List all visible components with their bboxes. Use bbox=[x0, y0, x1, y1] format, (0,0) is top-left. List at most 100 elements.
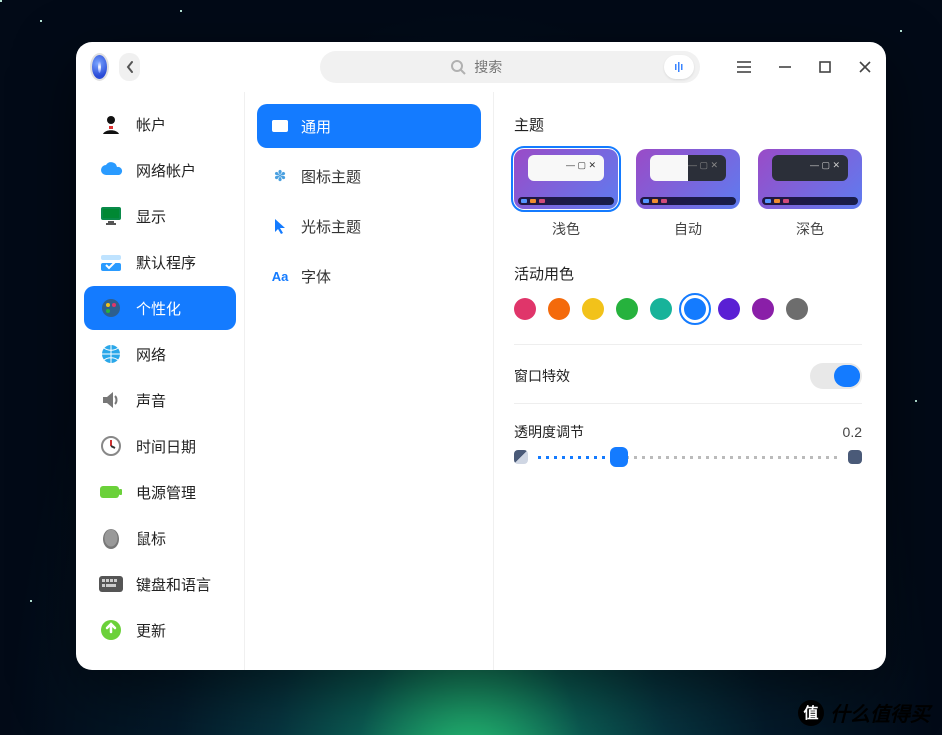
sidebar-item-sound[interactable]: 声音 bbox=[84, 378, 236, 422]
sidebar-item-label: 显示 bbox=[136, 206, 166, 227]
accent-swatch[interactable] bbox=[616, 298, 638, 320]
accent-swatch[interactable] bbox=[718, 298, 740, 320]
tab-label: 通用 bbox=[301, 116, 331, 137]
default-apps-icon bbox=[98, 249, 124, 275]
accent-swatch[interactable] bbox=[752, 298, 774, 320]
search-field[interactable] bbox=[320, 51, 700, 83]
accent-color-swatches bbox=[514, 298, 862, 320]
accent-swatch[interactable] bbox=[514, 298, 536, 320]
window-effects-label: 窗口特效 bbox=[514, 366, 570, 386]
sidebar-item-keyboard[interactable]: 键盘和语言 bbox=[84, 562, 236, 606]
tab-label: 光标主题 bbox=[301, 216, 361, 237]
maximize-button[interactable] bbox=[818, 56, 832, 78]
section-title-accent: 活动用色 bbox=[514, 263, 862, 284]
palette-icon bbox=[98, 295, 124, 321]
globe-icon bbox=[98, 341, 124, 367]
window-effects-toggle[interactable] bbox=[810, 363, 862, 389]
close-button[interactable] bbox=[858, 56, 872, 78]
opacity-value: 0.2 bbox=[843, 424, 862, 440]
theme-thumbnail: — ▢ ✕ bbox=[514, 149, 618, 209]
theme-label: 深色 bbox=[758, 219, 862, 239]
opacity-row: 透明度调节 0.2 bbox=[514, 422, 862, 442]
speaker-icon bbox=[98, 387, 124, 413]
window-icon bbox=[271, 120, 289, 132]
sidebar-item-label: 帐户 bbox=[136, 114, 166, 135]
clock-icon bbox=[98, 433, 124, 459]
mouse-icon bbox=[98, 525, 124, 551]
sidebar-item-label: 电源管理 bbox=[136, 482, 196, 503]
sidebar-item-label: 键盘和语言 bbox=[136, 574, 211, 595]
sidebar-item-display[interactable]: 显示 bbox=[84, 194, 236, 238]
maximize-icon bbox=[819, 61, 831, 73]
sidebar-item-label: 网络帐户 bbox=[136, 160, 196, 181]
tab-cursor-theme[interactable]: 光标主题 bbox=[257, 204, 481, 248]
tab-icon-theme[interactable]: ✽ 图标主题 bbox=[257, 154, 481, 198]
sidebar-item-label: 时间日期 bbox=[136, 436, 196, 457]
keyboard-icon bbox=[98, 571, 124, 597]
accent-swatch[interactable] bbox=[684, 298, 706, 320]
app-logo-icon bbox=[90, 53, 109, 81]
sidebar-item-mouse[interactable]: 鼠标 bbox=[84, 516, 236, 560]
cursor-icon bbox=[271, 218, 289, 234]
opacity-min-icon bbox=[514, 450, 528, 464]
minimize-icon bbox=[778, 60, 792, 74]
close-icon bbox=[858, 60, 872, 74]
divider bbox=[514, 344, 862, 345]
snowflake-icon: ✽ bbox=[271, 167, 289, 185]
accent-swatch[interactable] bbox=[548, 298, 570, 320]
theme-label: 自动 bbox=[636, 219, 740, 239]
theme-option-light[interactable]: — ▢ ✕ 浅色 bbox=[514, 149, 618, 239]
sidebar-item-default-apps[interactable]: 默认程序 bbox=[84, 240, 236, 284]
sidebar-item-network[interactable]: 网络 bbox=[84, 332, 236, 376]
sidebar-item-power[interactable]: 电源管理 bbox=[84, 470, 236, 514]
sidebar-item-personalization[interactable]: 个性化 bbox=[84, 286, 236, 330]
divider bbox=[514, 403, 862, 404]
theme-options: — ▢ ✕ 浅色 — ▢ ✕ 自动 — ▢ ✕ 深色 bbox=[514, 149, 862, 239]
theme-label: 浅色 bbox=[514, 219, 618, 239]
sidebar-item-updates[interactable]: 更新 bbox=[84, 608, 236, 652]
search-input[interactable] bbox=[466, 59, 664, 75]
sidebar: 帐户 网络帐户 显示 默认程序 个性化 网络 bbox=[76, 92, 244, 670]
sidebar-item-label: 鼠标 bbox=[136, 528, 166, 549]
tab-label: 图标主题 bbox=[301, 166, 361, 187]
sidebar-item-accounts[interactable]: 帐户 bbox=[84, 102, 236, 146]
opacity-max-icon bbox=[848, 450, 862, 464]
voice-search-button[interactable] bbox=[664, 55, 694, 79]
accent-swatch[interactable] bbox=[786, 298, 808, 320]
hamburger-icon bbox=[736, 60, 752, 74]
opacity-slider[interactable] bbox=[538, 448, 838, 466]
voice-icon bbox=[672, 60, 686, 74]
window-body: 帐户 网络帐户 显示 默认程序 个性化 网络 bbox=[76, 92, 886, 670]
update-icon bbox=[98, 617, 124, 643]
accent-swatch[interactable] bbox=[650, 298, 672, 320]
cloud-icon bbox=[98, 157, 124, 183]
watermark: 值 什么值得买 bbox=[798, 698, 930, 727]
theme-thumbnail: — ▢ ✕ bbox=[636, 149, 740, 209]
theme-option-auto[interactable]: — ▢ ✕ 自动 bbox=[636, 149, 740, 239]
tab-general[interactable]: 通用 bbox=[257, 104, 481, 148]
chevron-left-icon bbox=[125, 60, 135, 74]
watermark-badge-icon: 值 bbox=[798, 700, 824, 726]
person-icon bbox=[98, 111, 124, 137]
opacity-slider-row bbox=[514, 448, 862, 466]
minimize-button[interactable] bbox=[778, 56, 792, 78]
back-button[interactable] bbox=[119, 53, 140, 81]
sidebar-item-online-accounts[interactable]: 网络帐户 bbox=[84, 148, 236, 192]
sidebar-item-label: 个性化 bbox=[136, 298, 181, 319]
font-icon: Aa bbox=[271, 269, 289, 284]
monitor-icon bbox=[98, 203, 124, 229]
slider-handle[interactable] bbox=[610, 447, 628, 467]
theme-thumbnail: — ▢ ✕ bbox=[758, 149, 862, 209]
sidebar-item-datetime[interactable]: 时间日期 bbox=[84, 424, 236, 468]
opacity-label: 透明度调节 bbox=[514, 422, 584, 442]
watermark-text: 什么值得买 bbox=[830, 698, 930, 727]
content-pane: 主题 — ▢ ✕ 浅色 — ▢ ✕ 自动 — ▢ ✕ 深色 活动用色 bbox=[494, 92, 886, 670]
tab-fonts[interactable]: Aa 字体 bbox=[257, 254, 481, 298]
menu-button[interactable] bbox=[736, 56, 752, 78]
theme-option-dark[interactable]: — ▢ ✕ 深色 bbox=[758, 149, 862, 239]
subcategory-tabs: 通用 ✽ 图标主题 光标主题 Aa 字体 bbox=[244, 92, 494, 670]
accent-swatch[interactable] bbox=[582, 298, 604, 320]
sidebar-item-label: 默认程序 bbox=[136, 252, 196, 273]
sidebar-item-label: 网络 bbox=[136, 344, 166, 365]
sidebar-item-label: 更新 bbox=[136, 620, 166, 641]
